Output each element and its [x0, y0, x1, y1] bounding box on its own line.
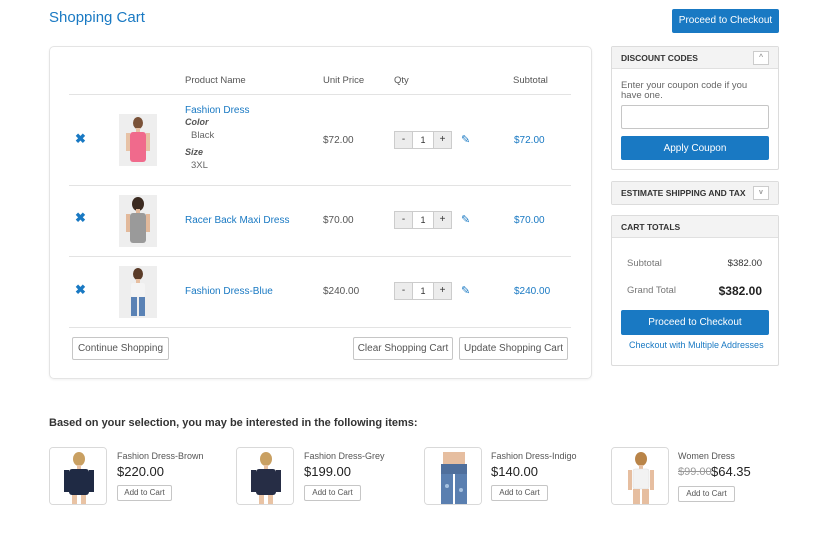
- grand-total-label: Grand Total: [627, 285, 676, 296]
- collapse-toggle-icon[interactable]: ^: [753, 51, 769, 65]
- proceed-to-checkout-button[interactable]: Proceed to Checkout: [621, 310, 769, 335]
- subtotal-label: Subtotal: [627, 258, 662, 269]
- recommended-product-image[interactable]: [424, 447, 482, 505]
- recommended-product-image[interactable]: [236, 447, 294, 505]
- qty-plus-button[interactable]: +: [434, 212, 451, 228]
- header-qty: Qty: [394, 75, 409, 86]
- option-value-size: 3XL: [191, 160, 208, 171]
- recommended-product-price: $199.00: [304, 464, 351, 479]
- recommended-product-price: $64.35: [711, 464, 751, 479]
- estimate-shipping-panel[interactable]: ESTIMATE SHIPPING AND TAX v: [611, 181, 779, 205]
- add-to-cart-button[interactable]: Add to Cart: [491, 485, 548, 501]
- cart-row: ✖ Fashion Dress-Blue $240.00 - 1 + ✎ $24…: [69, 257, 571, 327]
- header-subtotal: Subtotal: [513, 75, 548, 86]
- recommended-product-price: $140.00: [491, 464, 538, 479]
- add-to-cart-button[interactable]: Add to Cart: [304, 485, 361, 501]
- discount-codes-panel: DISCOUNT CODES ^ Enter your coupon code …: [611, 46, 779, 170]
- quantity-stepper: - 1 +: [394, 282, 452, 300]
- recommended-product-old-price: $99.00: [678, 466, 712, 478]
- qty-input[interactable]: 1: [412, 212, 434, 228]
- continue-shopping-button[interactable]: Continue Shopping: [72, 337, 169, 360]
- pencil-icon[interactable]: ✎: [461, 213, 470, 226]
- product-name-link[interactable]: Fashion Dress-Blue: [185, 286, 273, 297]
- recommended-product-name[interactable]: Fashion Dress-Indigo: [491, 451, 577, 461]
- cart-totals-panel: CART TOTALS Subtotal $382.00 Grand Total…: [611, 215, 779, 366]
- recommended-product-name[interactable]: Fashion Dress-Brown: [117, 451, 204, 461]
- update-cart-button[interactable]: Update Shopping Cart: [459, 337, 568, 360]
- recommended-product-image[interactable]: [49, 447, 107, 505]
- qty-input[interactable]: 1: [412, 283, 434, 299]
- row-subtotal: $72.00: [514, 135, 545, 146]
- cart-totals-header: CART TOTALS: [612, 216, 778, 238]
- qty-plus-button[interactable]: +: [434, 283, 451, 299]
- cart-totals-title: CART TOTALS: [621, 222, 681, 232]
- unit-price: $70.00: [323, 215, 354, 226]
- recommendations-title: Based on your selection, you may be inte…: [49, 417, 418, 429]
- unit-price: $240.00: [323, 286, 360, 297]
- qty-plus-button[interactable]: +: [434, 132, 451, 148]
- add-to-cart-button[interactable]: Add to Cart: [678, 486, 735, 502]
- quantity-stepper: - 1 +: [394, 211, 452, 229]
- coupon-code-input[interactable]: [621, 105, 769, 129]
- remove-item-icon[interactable]: ✖: [75, 282, 86, 298]
- option-value-color: Black: [191, 130, 215, 141]
- discount-codes-title: DISCOUNT CODES: [621, 53, 698, 63]
- recommended-product-price: $220.00: [117, 464, 164, 479]
- product-thumbnail[interactable]: [119, 195, 157, 247]
- header-unit-price: Unit Price: [323, 75, 365, 86]
- estimate-shipping-header[interactable]: ESTIMATE SHIPPING AND TAX v: [612, 182, 778, 204]
- header-product-name: Product Name: [185, 75, 246, 86]
- qty-minus-button[interactable]: -: [395, 132, 412, 148]
- row-subtotal: $70.00: [514, 215, 545, 226]
- multi-address-checkout-link[interactable]: Checkout with Multiple Addresses: [629, 340, 764, 350]
- row-subtotal: $240.00: [514, 286, 551, 297]
- qty-minus-button[interactable]: -: [395, 212, 412, 228]
- discount-codes-header[interactable]: DISCOUNT CODES ^: [612, 47, 778, 69]
- qty-input[interactable]: 1: [412, 132, 434, 148]
- quantity-stepper: - 1 +: [394, 131, 452, 149]
- proceed-to-checkout-button-top[interactable]: Proceed to Checkout: [672, 9, 779, 33]
- unit-price: $72.00: [323, 135, 354, 146]
- grand-total-value: $382.00: [718, 284, 762, 298]
- product-thumbnail[interactable]: [119, 114, 157, 166]
- recommended-product-image[interactable]: [611, 447, 669, 505]
- recommended-product-name[interactable]: Women Dress: [678, 451, 735, 461]
- clear-cart-button[interactable]: Clear Shopping Cart: [353, 337, 453, 360]
- pencil-icon[interactable]: ✎: [461, 133, 470, 146]
- option-label-size: Size: [185, 147, 204, 157]
- option-label-color: Color: [185, 117, 209, 127]
- recommended-product-name[interactable]: Fashion Dress-Grey: [304, 451, 385, 461]
- pencil-icon[interactable]: ✎: [461, 284, 470, 297]
- page-title: Shopping Cart: [49, 9, 145, 26]
- qty-minus-button[interactable]: -: [395, 283, 412, 299]
- divider: [69, 327, 571, 328]
- coupon-hint: Enter your coupon code if you have one.: [621, 80, 748, 101]
- add-to-cart-button[interactable]: Add to Cart: [117, 485, 172, 501]
- remove-item-icon[interactable]: ✖: [75, 210, 86, 226]
- expand-toggle-icon[interactable]: v: [753, 186, 769, 200]
- product-name-link[interactable]: Racer Back Maxi Dress: [185, 215, 289, 226]
- cart-row: ✖ Fashion Dress Color Black Size 3XL $72…: [69, 95, 571, 185]
- subtotal-value: $382.00: [727, 258, 762, 269]
- remove-item-icon[interactable]: ✖: [75, 131, 86, 147]
- estimate-shipping-title: ESTIMATE SHIPPING AND TAX: [621, 188, 746, 198]
- apply-coupon-button[interactable]: Apply Coupon: [621, 136, 769, 160]
- product-name-link[interactable]: Fashion Dress: [185, 105, 249, 116]
- cart-row: ✖ Racer Back Maxi Dress $70.00 - 1 + ✎ $…: [69, 186, 571, 256]
- product-thumbnail[interactable]: [119, 266, 157, 318]
